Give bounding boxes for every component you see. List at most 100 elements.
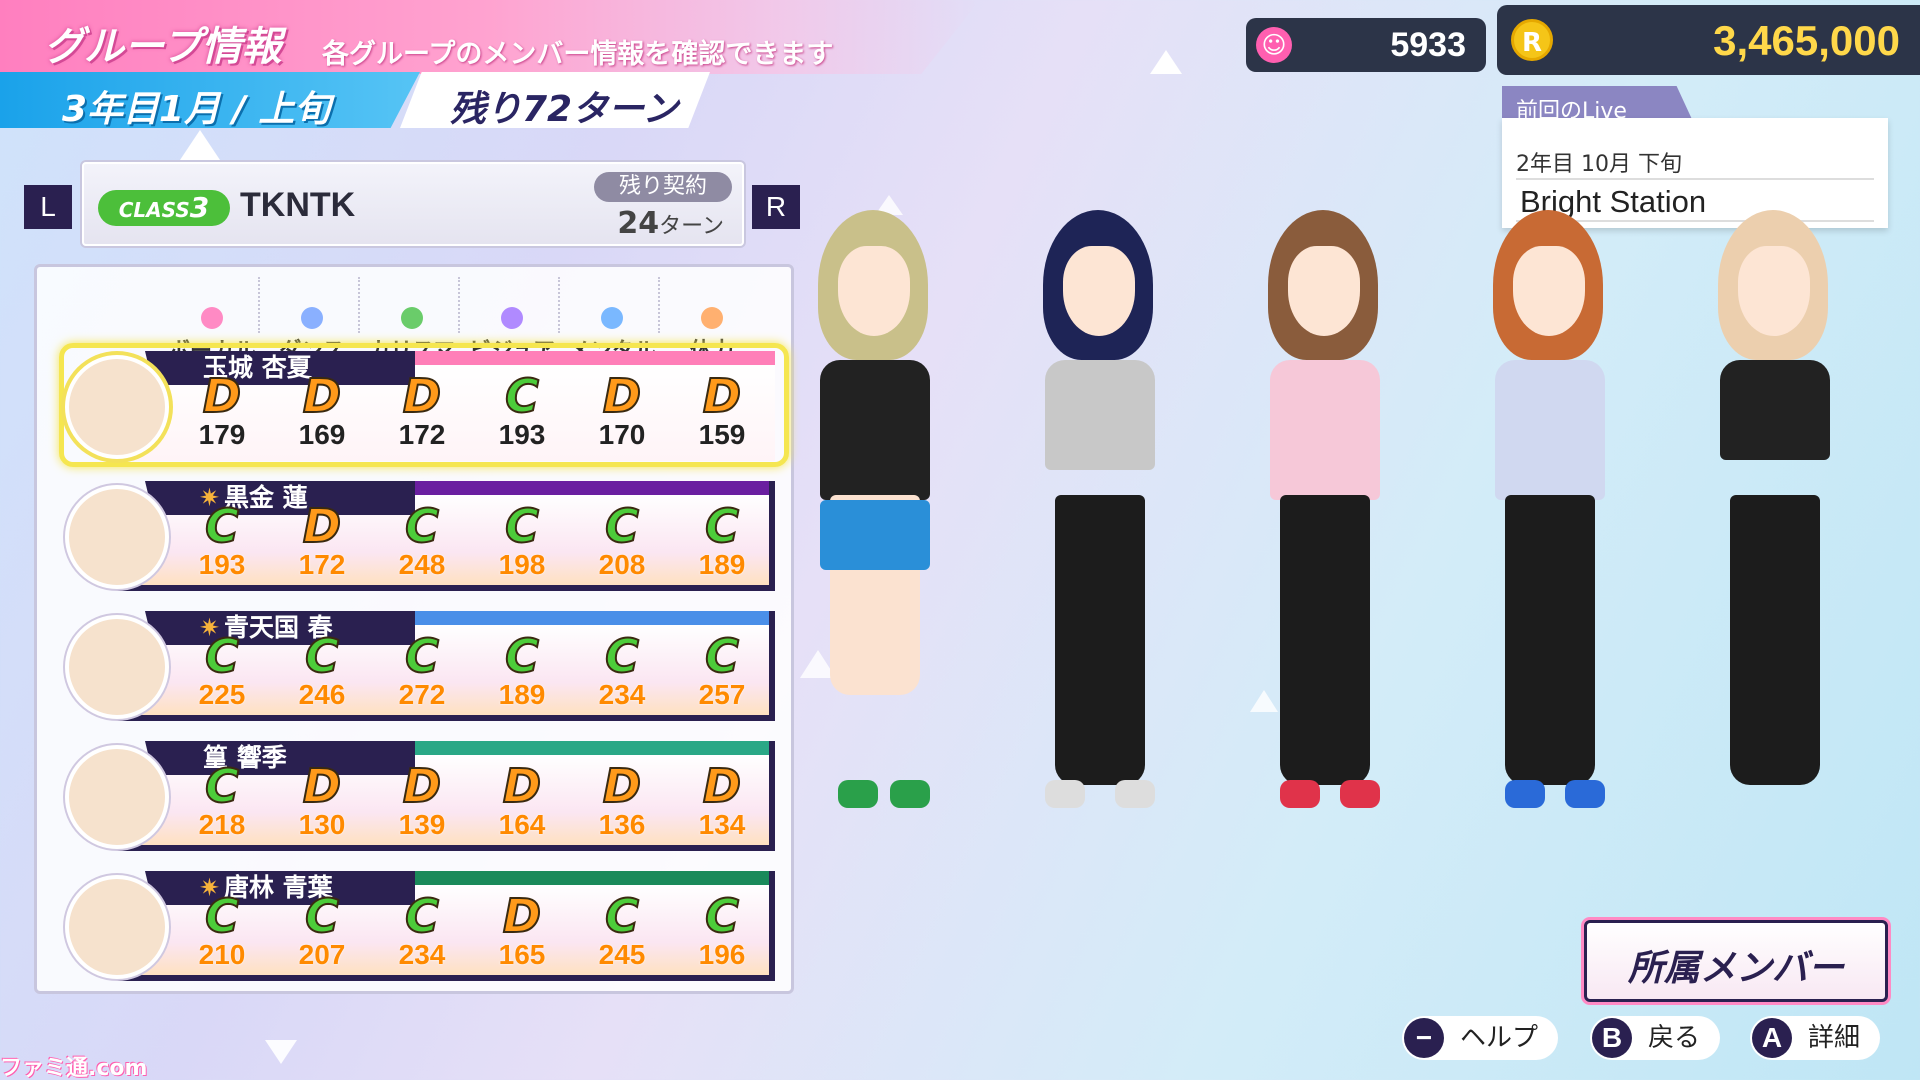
stat-icon [601,307,623,329]
stat-value: 208 [598,549,646,580]
member-avatar [65,745,169,849]
stat-grade: C [204,499,240,553]
stat-grade: D [702,759,742,813]
stat-grade: C [604,889,640,943]
stat-value: 234 [398,939,446,970]
stat-grade: D [502,759,542,813]
stat-grade: C [304,629,340,683]
current-date: 3年目1月 / 上旬 [62,89,331,130]
stat-icon [501,307,523,329]
stat-value: 196 [698,939,746,970]
stat-grade: C [704,499,740,553]
stat-value: 234 [598,679,646,710]
stat-grade: C [204,629,240,683]
stat-grade: C [604,629,640,683]
stat-value: 172 [298,549,346,580]
stat-value: 193 [198,549,246,580]
group-name: TKNTK [240,186,356,224]
money-value: 3,465,000 [1713,17,1900,64]
member-avatar [65,615,169,719]
member-avatar [65,485,169,589]
stat-grade: C [404,499,440,553]
row-border [117,975,775,981]
stat-grade: C [504,629,540,683]
stat-grade: C [304,889,340,943]
fans-value: 5933 [1390,26,1466,64]
members-button-label: 所属メンバー [1627,948,1844,989]
divider [1516,178,1874,180]
stat-grade: C [504,369,540,423]
stat-value: 139 [398,809,446,840]
coin-icon: R [1511,19,1553,61]
stat-grade: D [502,889,542,943]
stat-value: 159 [698,419,746,450]
member-row[interactable]: 篁 響季 C 218 D 130 D 139 D 164 D 136 D 134 [57,741,789,855]
character-lineup [790,210,1920,1010]
stat-grade: D [402,759,442,813]
contract-value: 24ターン [617,206,724,241]
stat-value: 169 [298,419,346,450]
stat-value: 136 [598,809,646,840]
minus-key-icon: − [1404,1018,1444,1058]
column-separator [258,277,260,333]
stat-value: 246 [298,679,346,710]
stat-icon [201,307,223,329]
last-live-date: 2年目 10月 下旬 [1516,152,1682,177]
character-ren [1015,210,1185,990]
member-row[interactable]: 玉城 杏夏 D 179 D 169 D 172 C 193 D 170 D 159 [57,343,789,467]
member-color-bar [415,871,775,885]
page-title: グループ情報 [44,24,282,70]
detail-button[interactable]: A 詳細 [1750,1016,1881,1060]
member-row[interactable]: ✷ 黒金 蓮 C 193 D 172 C 248 C 198 C 208 C 189 [57,481,789,595]
stat-grade: C [704,629,740,683]
stat-grade: C [704,889,740,943]
stat-value: 130 [298,809,346,840]
help-button[interactable]: − ヘルプ [1402,1016,1559,1060]
stat-grade: D [602,369,642,423]
character-kyoki [790,210,960,990]
stat-icon [301,307,323,329]
stat-grade: D [302,759,342,813]
member-row[interactable]: ✷ 青天国 春 C 225 C 246 C 272 C 189 C 234 C 257 [57,611,789,725]
stat-value: 245 [598,939,646,970]
column-separator [558,277,560,333]
class-badge: CLASS3 [98,190,230,226]
member-color-bar [415,351,775,365]
stat-value: 207 [298,939,346,970]
member-avatar [65,355,169,459]
character-haru [1465,210,1635,990]
stat-value: 248 [398,549,446,580]
stat-icon [401,307,423,329]
stat-grade: D [302,499,342,553]
contract-label: 残り契約 [594,172,732,202]
row-border [117,585,775,591]
stat-icon [701,307,723,329]
stat-grade: D [602,759,642,813]
stat-value: 172 [398,419,446,450]
smile-icon: ☺ [1256,27,1292,63]
member-color-bar [415,611,775,625]
stat-value: 165 [498,939,546,970]
row-border [117,715,775,721]
stat-value: 225 [198,679,246,710]
member-row[interactable]: ✷ 唐林 青葉 C 210 C 207 C 234 D 165 C 245 C 196 [57,871,789,985]
b-key-icon: B [1592,1018,1632,1058]
member-color-bar [415,481,775,495]
stat-grade: D [402,369,442,423]
prev-group-button[interactable]: L [24,185,72,229]
back-button[interactable]: B 戻る [1590,1016,1721,1060]
stat-value: 272 [398,679,446,710]
stat-value: 218 [198,809,246,840]
a-key-icon: A [1752,1018,1792,1058]
stat-value: 198 [498,549,546,580]
row-border [117,845,775,851]
stat-grade: C [204,889,240,943]
stat-grade: C [604,499,640,553]
page-subtitle: 各グループのメンバー情報を確認できます [322,39,834,70]
stat-value: 189 [498,679,546,710]
members-button[interactable]: 所属メンバー [1584,920,1888,1002]
stat-value: 210 [198,939,246,970]
stat-value: 164 [498,809,546,840]
column-separator [658,277,660,333]
stat-value: 257 [698,679,746,710]
